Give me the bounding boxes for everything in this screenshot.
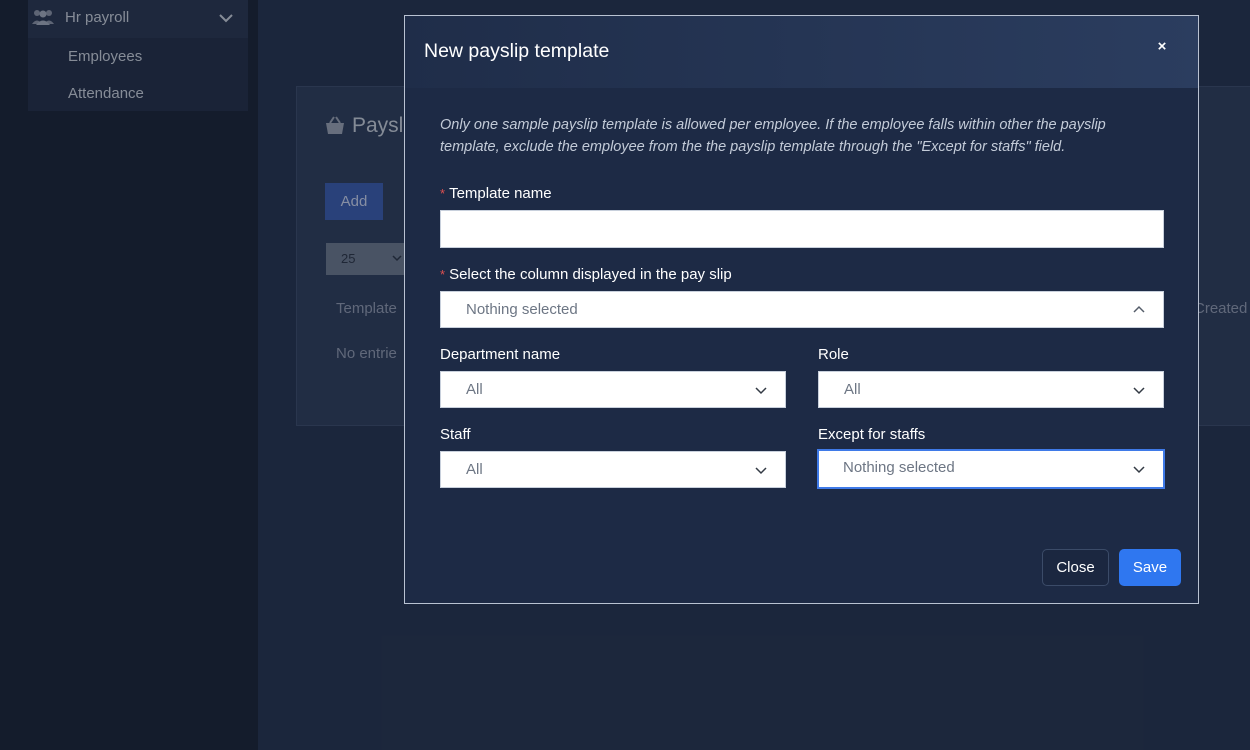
chevron-down-icon	[1133, 387, 1145, 395]
modal-header: New payslip template ×	[405, 16, 1198, 88]
role-select[interactable]: All	[818, 371, 1164, 408]
role-select-value: All	[844, 381, 861, 398]
chevron-up-icon	[1133, 305, 1145, 313]
department-select-value: All	[466, 381, 483, 398]
department-select[interactable]: All	[440, 371, 786, 408]
template-name-input[interactable]	[440, 210, 1164, 248]
chevron-down-icon	[755, 387, 767, 395]
new-payslip-template-modal: New payslip template × Only one sample p…	[404, 15, 1199, 604]
chevron-down-icon	[755, 467, 767, 475]
required-marker: *	[440, 186, 446, 201]
columns-label-text: Select the column displayed in the pay s…	[449, 266, 732, 283]
template-name-label: * Template name	[440, 185, 552, 202]
template-name-label-text: Template name	[449, 185, 552, 202]
except-staffs-label: Except for staffs	[818, 426, 926, 443]
staff-select[interactable]: All	[440, 451, 786, 488]
columns-select-value: Nothing selected	[466, 301, 578, 318]
columns-label: * Select the column displayed in the pay …	[440, 266, 732, 283]
required-marker: *	[440, 267, 446, 282]
department-label: Department name	[440, 346, 561, 363]
close-button[interactable]: Close	[1042, 549, 1109, 586]
modal-title: New payslip template	[424, 40, 610, 62]
except-staffs-select[interactable]: Nothing selected	[817, 449, 1165, 489]
role-label: Role	[818, 346, 849, 363]
close-icon[interactable]: ×	[1155, 39, 1169, 54]
save-button[interactable]: Save	[1119, 549, 1181, 586]
staff-select-value: All	[466, 461, 483, 478]
modal-note: Only one sample payslip template is allo…	[440, 117, 1106, 155]
chevron-down-icon	[1133, 466, 1145, 474]
columns-select[interactable]: Nothing selected	[440, 291, 1164, 328]
except-staffs-select-value: Nothing selected	[843, 459, 955, 476]
staff-label: Staff	[440, 426, 471, 443]
